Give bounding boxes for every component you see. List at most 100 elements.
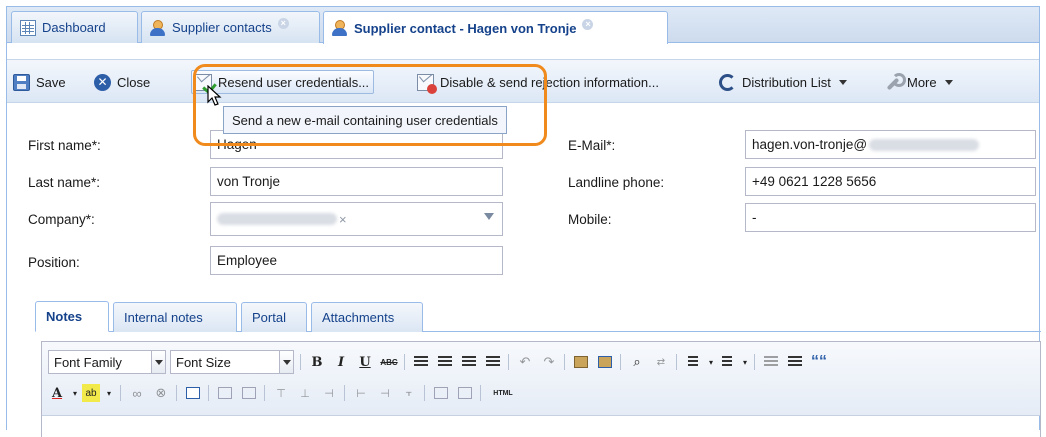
outdent-icon [764,356,778,368]
app-window: Dashboard Supplier contacts × Supplier c… [6,6,1041,437]
split-icon [458,387,472,399]
divider [620,354,621,370]
bullet-list-button[interactable] [684,353,702,371]
bold-button[interactable]: B [308,353,326,371]
chevron-down-icon [279,351,293,373]
tab-attachments[interactable]: Attachments [311,302,423,332]
tab-close-icon[interactable]: × [277,18,289,29]
company-combobox[interactable]: × [210,202,503,236]
more-button[interactable]: More [884,70,953,94]
font-size-value: Font Size [176,354,231,370]
dropdown-trigger-icon[interactable] [484,213,494,220]
unlink-button[interactable]: ⊗ [152,384,170,402]
redo-button[interactable]: ↷ [540,353,558,371]
text-color-button[interactable]: A [48,384,66,402]
divider [300,354,301,370]
email-value: hagen.von-tronje@ [752,137,868,152]
email-label: E-Mail*: [568,138,616,153]
tab-close-icon[interactable]: × [582,18,594,30]
table-row-button[interactable] [216,384,234,402]
table-col-button[interactable] [240,384,258,402]
table-icon [242,387,256,399]
divider [344,385,345,401]
font-size-select[interactable]: Font Size [170,350,294,374]
tab-supplier-contacts[interactable]: Supplier contacts × [141,11,320,43]
underline-button[interactable]: U [356,353,374,371]
align-left-icon [414,356,428,368]
split-cells-button[interactable] [456,384,474,402]
indent-button[interactable] [786,353,804,371]
highlight-color-button[interactable]: ab [82,384,100,402]
font-family-select[interactable]: Font Family [48,350,166,374]
divider [404,354,405,370]
html-source-button[interactable]: HTML [488,384,518,402]
edit-source-button[interactable] [184,384,202,402]
insert-row-before-button[interactable]: ⊤ [272,384,290,402]
email-field[interactable]: hagen.von-tronje@ [745,130,1036,159]
landline-field[interactable]: +49 0621 1228 5656 [745,167,1036,196]
paste-word-button[interactable] [596,353,614,371]
paste-word-icon [598,356,612,368]
numbered-list-dropdown[interactable]: ▾ [736,353,754,371]
divider [176,385,177,401]
tab-supplier-contact-detail[interactable]: Supplier contact - Hagen von Tronje × [323,11,668,44]
position-field[interactable]: Employee [210,246,503,275]
dashboard-icon [20,19,36,36]
tab-notes[interactable]: Notes [35,301,109,332]
tab-dashboard[interactable]: Dashboard [11,11,138,43]
strikethrough-button[interactable]: ABC [380,353,398,371]
outdent-button[interactable] [762,353,780,371]
italic-button[interactable]: I [332,353,350,371]
numbered-list-icon [722,356,732,368]
remove-tag-icon[interactable]: × [339,212,347,227]
delete-row-button[interactable]: ⊣ [320,384,338,402]
divider [120,385,121,401]
company-tag[interactable]: × [217,212,347,227]
undo-button[interactable]: ↶ [516,353,534,371]
wrench-icon [884,72,906,91]
tab-label: Dashboard [42,20,106,35]
insert-row-after-button[interactable]: ⊥ [296,384,314,402]
mail-reject-icon [417,73,437,94]
mobile-field[interactable]: - [745,203,1036,232]
distribution-list-button[interactable]: Distribution List [719,70,847,94]
save-icon [13,73,30,91]
divider [676,354,677,370]
divider [754,354,755,370]
position-label: Position: [28,255,80,270]
divider [208,385,209,401]
redacted-text [217,213,337,225]
disable-send-rejection-button[interactable]: Disable & send rejection information... [417,70,659,94]
paste-text-button[interactable] [572,353,590,371]
bullet-list-icon [688,356,698,368]
align-left-button[interactable] [412,353,430,371]
tab-internal-notes[interactable]: Internal notes [113,302,237,332]
merge-cells-button[interactable] [432,384,450,402]
replace-button[interactable]: ⇄ [652,353,670,371]
insert-col-after-button[interactable]: ⊣ [376,384,394,402]
close-label: Close [117,74,151,90]
numbered-list-button[interactable] [718,353,736,371]
table-icon [218,387,232,399]
close-icon: ✕ [94,73,111,91]
find-button[interactable]: ⌕ [628,353,646,371]
justify-button[interactable] [484,353,502,371]
insert-link-button[interactable]: ∞ [128,384,146,402]
first-name-field[interactable]: Hagen [210,130,503,159]
last-name-field[interactable]: von Tronje [210,167,503,196]
tab-portal[interactable]: Portal [241,302,307,332]
paste-text-icon [574,356,588,368]
close-button[interactable]: ✕ Close [94,70,150,94]
align-right-button[interactable] [460,353,478,371]
highlight-color-dropdown[interactable]: ▾ [100,384,118,402]
align-center-button[interactable] [436,353,454,371]
save-button[interactable]: Save [13,70,66,94]
users-icon [332,20,348,36]
toolbar: Save ✕ Close Resend user credentials... … [7,59,1039,103]
blockquote-button[interactable]: ““ [810,353,828,371]
insert-col-before-button[interactable]: ⊢ [352,384,370,402]
delete-col-button[interactable]: ⫟ [400,384,418,402]
merge-icon [434,387,448,399]
first-name-label: First name*: [28,138,101,153]
justify-icon [486,356,500,368]
